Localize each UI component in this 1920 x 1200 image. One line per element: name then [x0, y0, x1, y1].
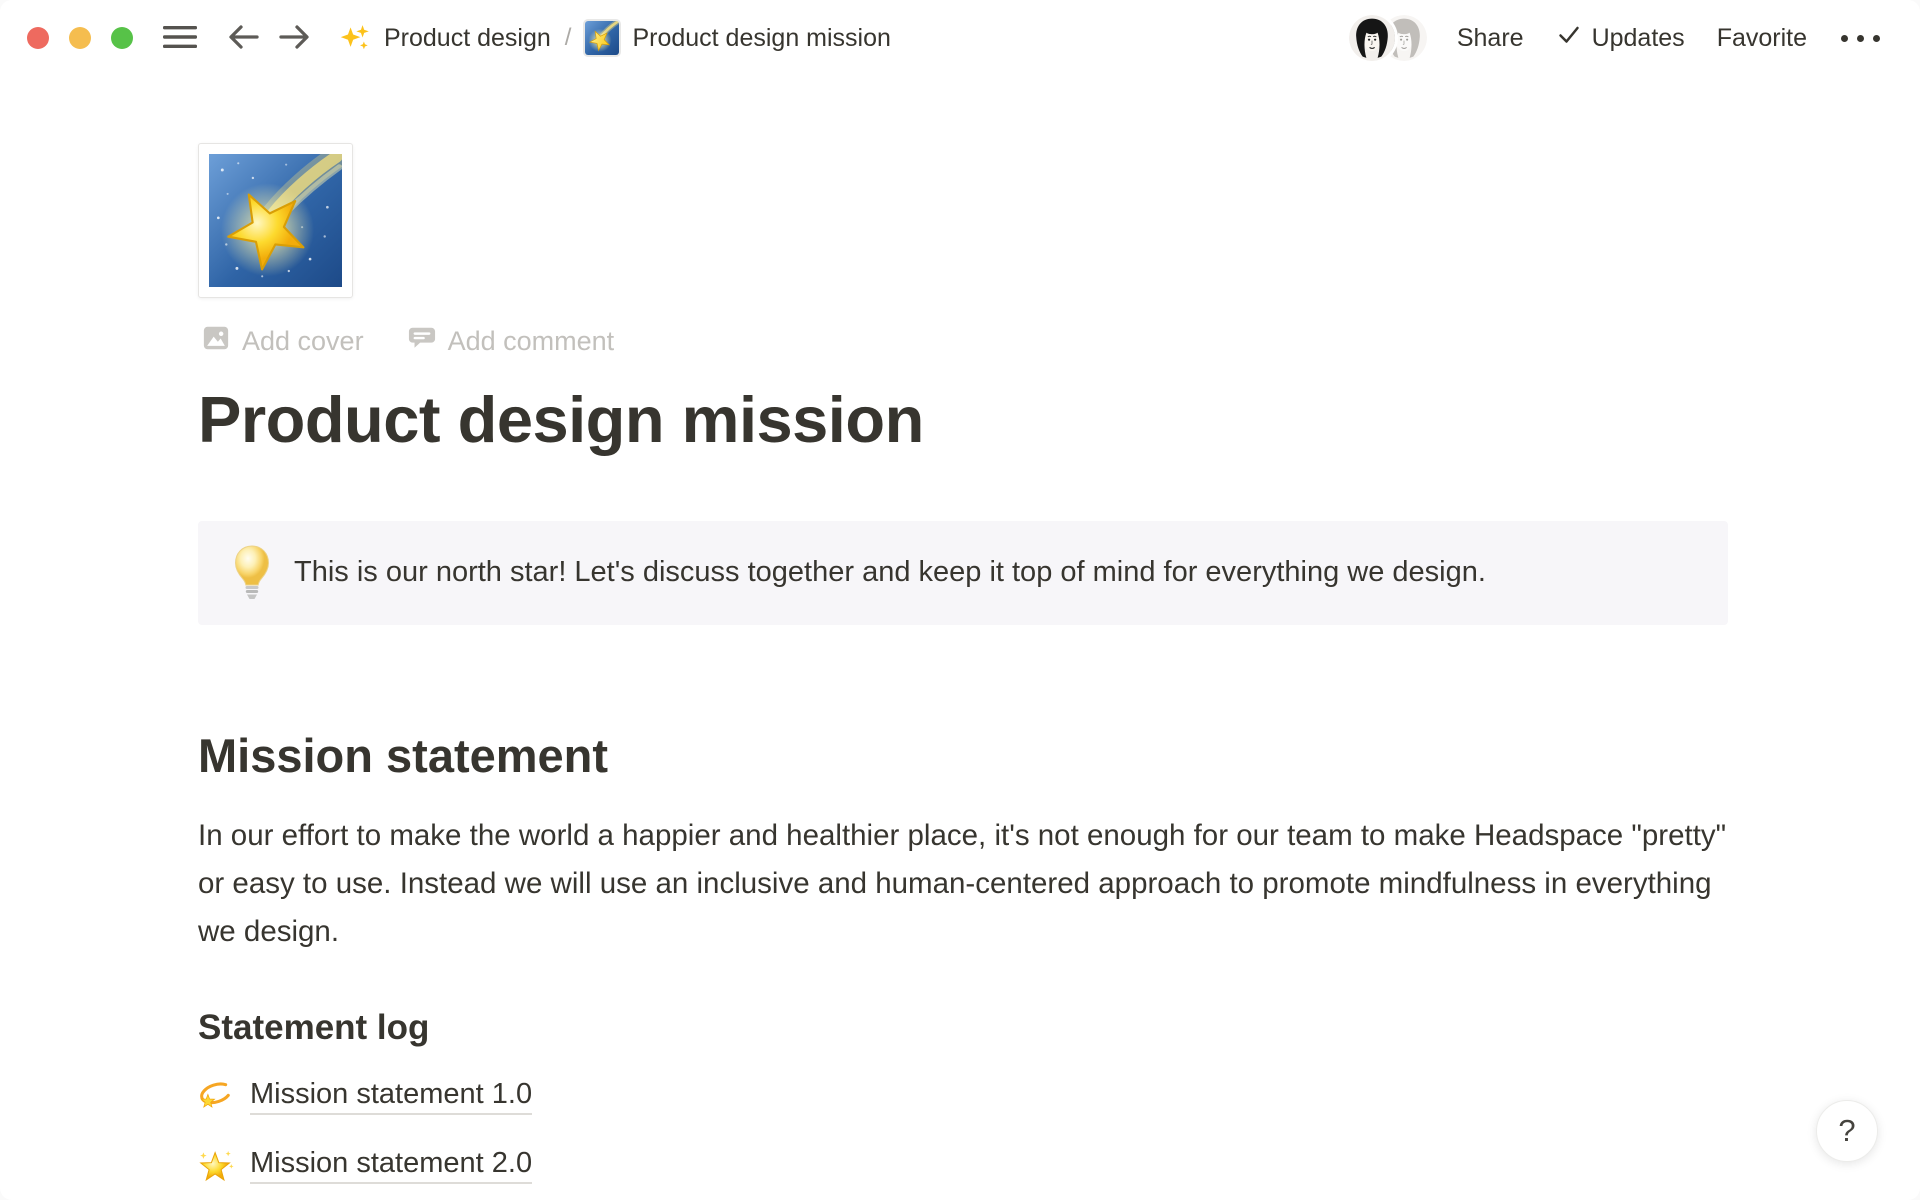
hamburger-icon — [163, 24, 197, 53]
breadcrumb-separator: / — [565, 24, 572, 52]
page-body: Add cover Add comment Product design mis… — [198, 143, 1728, 1188]
breadcrumb-label: Product design — [384, 24, 551, 53]
share-button-label: Share — [1457, 24, 1524, 53]
breadcrumb-item-current[interactable]: Product design mission — [579, 17, 896, 59]
collaborator-avatars[interactable] — [1349, 15, 1427, 61]
sidebar-menu-button[interactable] — [159, 20, 201, 57]
page-title[interactable]: Product design mission — [198, 381, 1728, 459]
favorite-button-label: Favorite — [1717, 24, 1807, 53]
help-button[interactable]: ? — [1816, 1100, 1878, 1162]
statement-log-heading[interactable]: Statement log — [198, 1006, 1728, 1050]
add-cover-label: Add cover — [242, 326, 364, 357]
mission-statement-heading[interactable]: Mission statement — [198, 728, 1728, 784]
page-icon[interactable] — [198, 143, 353, 298]
callout-block: This is our north star! Let's discuss to… — [198, 521, 1728, 625]
page-decoration-actions: Add cover Add comment — [198, 322, 1728, 361]
sparkles-icon — [339, 22, 371, 54]
notion-window: Product design / — [0, 0, 1920, 1200]
breadcrumb-label: Product design mission — [632, 24, 890, 53]
updates-button[interactable]: Updates — [1548, 17, 1693, 60]
light-bulb-icon[interactable] — [232, 544, 272, 602]
more-options-button[interactable] — [1831, 25, 1890, 52]
avatar[interactable] — [1349, 15, 1395, 61]
breadcrumb: Product design / — [333, 17, 897, 59]
picture-icon — [202, 324, 230, 359]
add-comment-button[interactable]: Add comment — [404, 322, 619, 361]
callout-text[interactable]: This is our north star! Let's discuss to… — [294, 551, 1486, 595]
mission-paragraph[interactable]: In our effort to make the world a happie… — [198, 812, 1728, 956]
question-mark-icon: ? — [1838, 1113, 1855, 1149]
page-link-mission-statement-1[interactable]: Mission statement 1.0 — [250, 1078, 532, 1115]
add-cover-button[interactable]: Add cover — [198, 322, 368, 361]
arrow-left-icon — [225, 22, 261, 55]
dizzy-star-icon — [198, 1078, 234, 1114]
glowing-star-icon — [198, 1147, 234, 1183]
page-link-mission-statement-2[interactable]: Mission statement 2.0 — [250, 1147, 532, 1184]
close-window-button[interactable] — [27, 27, 49, 49]
ellipsis-icon — [1839, 31, 1882, 46]
window-controls — [27, 27, 133, 49]
back-button[interactable] — [221, 18, 265, 59]
zoom-window-button[interactable] — [111, 27, 133, 49]
comment-bubble-icon — [408, 324, 436, 359]
forward-button[interactable] — [273, 18, 317, 59]
favorite-button[interactable]: Favorite — [1709, 18, 1815, 59]
shooting-star-page-icon — [585, 21, 619, 55]
arrow-right-icon — [277, 22, 313, 55]
checkmark-icon — [1556, 23, 1582, 54]
topbar-actions: Share Updates Favorite — [1349, 15, 1890, 61]
add-comment-label: Add comment — [448, 326, 615, 357]
breadcrumb-item-product-design[interactable]: Product design — [333, 18, 557, 58]
topbar: Product design / — [0, 0, 1920, 76]
minimize-window-button[interactable] — [69, 27, 91, 49]
updates-button-label: Updates — [1592, 24, 1685, 53]
share-button[interactable]: Share — [1449, 18, 1532, 59]
list-item: Mission statement 1.0 — [198, 1073, 1728, 1119]
list-item: Mission statement 2.0 — [198, 1142, 1728, 1188]
